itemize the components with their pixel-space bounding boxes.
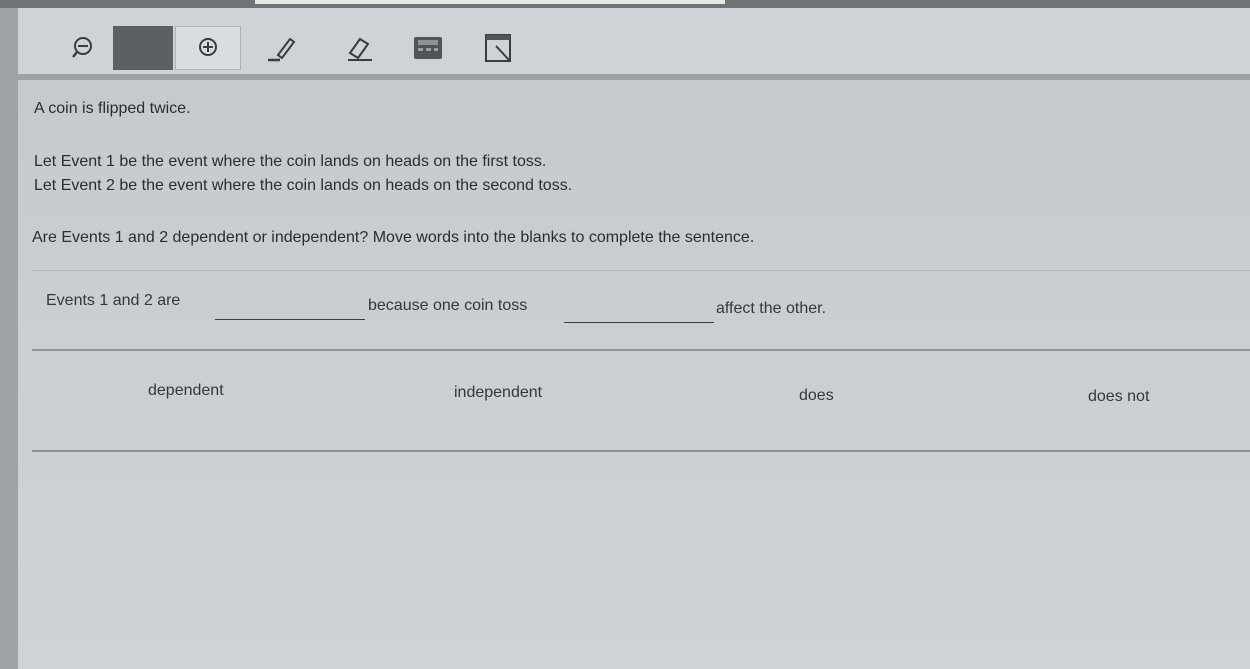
calculator-button[interactable] [403, 26, 453, 70]
eraser-button[interactable] [328, 26, 388, 70]
blank-1[interactable] [215, 319, 365, 320]
sentence-area: Events 1 and 2 are because one coin toss… [32, 270, 1250, 351]
sentence-part-2: because one coin toss [368, 297, 528, 314]
word-tile[interactable]: dependent [148, 382, 224, 400]
word-tile[interactable]: does not [1088, 388, 1149, 406]
word-bank: dependent independent does does not [32, 350, 1250, 452]
toolbar [18, 8, 1250, 74]
top-strip-highlight [255, 0, 725, 4]
question-intro: A coin is flipped twice. [34, 100, 191, 117]
zoom-in-icon [199, 38, 217, 56]
pen-icon [268, 37, 296, 62]
sentence-part-1: Events 1 and 2 are [46, 292, 181, 309]
word-tile[interactable]: does [799, 387, 834, 405]
zoom-out-button[interactable] [58, 26, 106, 70]
dark-tool-button[interactable] [113, 26, 173, 70]
event-1-definition: Let Event 1 be the event where the coin … [34, 153, 547, 170]
left-bar [0, 8, 18, 669]
question-prompt: Are Events 1 and 2 dependent or independ… [32, 229, 755, 246]
pen-button[interactable] [254, 26, 310, 70]
question-panel: A coin is flipped twice. Let Event 1 be … [18, 80, 1250, 669]
notepad-icon [485, 34, 511, 62]
calculator-icon [414, 37, 442, 59]
zoom-in-button[interactable] [175, 26, 241, 70]
notepad-button[interactable] [473, 26, 525, 70]
eraser-icon [348, 37, 372, 61]
event-2-definition: Let Event 2 be the event where the coin … [34, 177, 573, 194]
word-tile[interactable]: independent [454, 384, 542, 402]
sentence-part-3: affect the other. [716, 300, 827, 317]
top-strip [0, 0, 1250, 8]
blank-2[interactable] [564, 322, 714, 323]
zoom-out-icon [72, 37, 92, 58]
